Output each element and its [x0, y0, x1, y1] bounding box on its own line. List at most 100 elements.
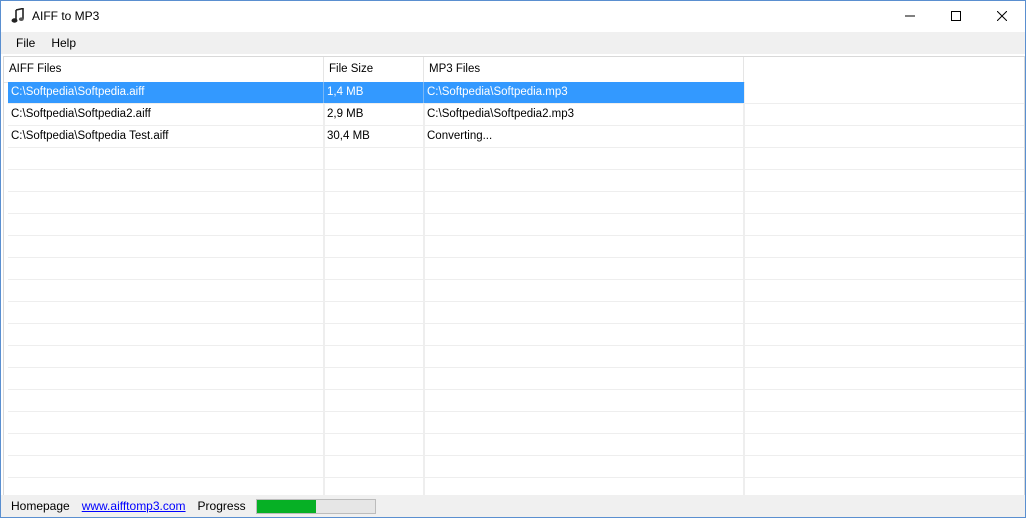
file-size-cell: 1,4 MB	[324, 82, 424, 103]
empty-cell	[324, 456, 424, 477]
empty-cell	[424, 214, 744, 235]
empty-cell	[8, 302, 324, 323]
mp3-file-cell: C:\Softpedia\Softpedia.mp3	[424, 82, 744, 103]
maximize-button[interactable]	[933, 1, 979, 31]
maximize-icon	[951, 11, 961, 21]
mp3-file-cell: C:\Softpedia\Softpedia2.mp3	[424, 104, 744, 125]
empty-cell	[424, 368, 744, 389]
table-row[interactable]: C:\Softpedia\Softpedia Test.aiff 30,4 MB…	[8, 126, 1024, 148]
close-button[interactable]	[979, 1, 1025, 31]
progress-bar-fill	[256, 499, 316, 513]
empty-cell	[8, 434, 324, 455]
empty-cell	[424, 456, 744, 477]
empty-row	[8, 478, 1024, 495]
empty-cell	[324, 170, 424, 191]
empty-cell	[8, 346, 324, 367]
minimize-button[interactable]	[887, 1, 933, 31]
status-bar: Homepage www.aifftomp3.com Progress	[1, 495, 1025, 517]
aiff-file-cell: C:\Softpedia\Softpedia.aiff	[8, 82, 324, 103]
menu-bar: File Help	[1, 32, 1025, 54]
empty-cell	[324, 434, 424, 455]
empty-cell	[324, 236, 424, 257]
empty-cell	[324, 192, 424, 213]
empty-cell	[324, 412, 424, 433]
empty-row	[8, 302, 1024, 324]
empty-cell	[324, 390, 424, 411]
empty-row	[8, 456, 1024, 478]
empty-cell	[424, 412, 744, 433]
empty-cell	[324, 280, 424, 301]
homepage-link[interactable]: www.aifftomp3.com	[82, 499, 186, 513]
list-rows: C:\Softpedia\Softpedia.aiff 1,4 MB C:\So…	[8, 82, 1024, 495]
window-controls	[887, 1, 1025, 31]
empty-row	[8, 170, 1024, 192]
table-row[interactable]: C:\Softpedia\Softpedia2.aiff 2,9 MB C:\S…	[8, 104, 1024, 126]
empty-cell	[424, 434, 744, 455]
close-icon	[997, 11, 1007, 21]
empty-cell	[324, 258, 424, 279]
empty-cell	[424, 324, 744, 345]
empty-row	[8, 214, 1024, 236]
empty-cell	[8, 192, 324, 213]
empty-cell	[8, 258, 324, 279]
empty-cell	[8, 236, 324, 257]
empty-cell	[8, 390, 324, 411]
empty-row	[8, 368, 1024, 390]
homepage-label: Homepage	[11, 499, 70, 513]
empty-cell	[8, 170, 324, 191]
empty-cell	[8, 148, 324, 169]
file-size-cell: 30,4 MB	[324, 126, 424, 147]
minimize-icon	[905, 15, 915, 17]
window-title: AIFF to MP3	[32, 9, 100, 23]
empty-cell	[324, 214, 424, 235]
empty-cell	[424, 192, 744, 213]
empty-cell	[8, 214, 324, 235]
empty-cell	[424, 258, 744, 279]
music-note-icon	[10, 8, 26, 24]
empty-cell	[8, 280, 324, 301]
empty-row	[8, 324, 1024, 346]
app-window: AIFF to MP3 File Help AIFF Files File Si…	[0, 0, 1026, 518]
empty-row	[8, 412, 1024, 434]
column-header-file-size[interactable]: File Size	[324, 57, 424, 82]
empty-cell	[324, 368, 424, 389]
empty-cell	[8, 324, 324, 345]
mp3-file-cell: Converting...	[424, 126, 744, 147]
menu-help[interactable]: Help	[43, 32, 84, 54]
empty-row	[8, 236, 1024, 258]
empty-cell	[324, 324, 424, 345]
column-header-aiff-files[interactable]: AIFF Files	[4, 57, 324, 82]
empty-row	[8, 192, 1024, 214]
aiff-file-cell: C:\Softpedia\Softpedia Test.aiff	[8, 126, 324, 147]
empty-cell	[424, 236, 744, 257]
empty-cell	[8, 412, 324, 433]
file-size-cell: 2,9 MB	[324, 104, 424, 125]
empty-cell	[324, 478, 424, 495]
empty-cell	[8, 456, 324, 477]
menu-file[interactable]: File	[8, 32, 43, 54]
empty-row	[8, 346, 1024, 368]
empty-cell	[324, 302, 424, 323]
empty-cell	[424, 148, 744, 169]
title-bar[interactable]: AIFF to MP3	[1, 1, 1025, 31]
empty-cell	[8, 368, 324, 389]
empty-cell	[424, 390, 744, 411]
empty-cell	[8, 478, 324, 495]
empty-row	[8, 258, 1024, 280]
empty-row	[8, 434, 1024, 456]
empty-cell	[324, 148, 424, 169]
empty-cell	[424, 346, 744, 367]
empty-cell	[424, 302, 744, 323]
empty-row	[8, 390, 1024, 412]
table-row[interactable]: C:\Softpedia\Softpedia.aiff 1,4 MB C:\So…	[8, 82, 1024, 104]
progress-bar	[255, 498, 376, 514]
empty-row	[8, 280, 1024, 302]
file-list[interactable]: AIFF Files File Size MP3 Files C:\Softpe…	[3, 56, 1025, 496]
empty-cell	[424, 280, 744, 301]
empty-cell	[324, 346, 424, 367]
list-header: AIFF Files File Size MP3 Files	[4, 57, 745, 83]
empty-row	[8, 148, 1024, 170]
aiff-file-cell: C:\Softpedia\Softpedia2.aiff	[8, 104, 324, 125]
empty-cell	[424, 170, 744, 191]
column-header-mp3-files[interactable]: MP3 Files	[424, 57, 744, 82]
